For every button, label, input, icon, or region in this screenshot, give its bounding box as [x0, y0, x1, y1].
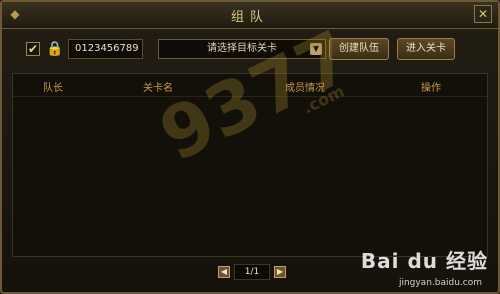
column-header-leader: 队长: [43, 83, 63, 94]
chevron-left-icon: ◀: [220, 267, 228, 276]
title-bar[interactable]: ◆ 组队 ✕: [2, 2, 498, 29]
baidu-jingyan-logo: Bai du 经验: [360, 249, 488, 273]
checkmark-icon: ✔: [27, 42, 39, 56]
next-page-button[interactable]: ▶: [274, 266, 286, 278]
baidu-jingyan-url: jingyan.baidu.com: [398, 278, 482, 288]
enter-stage-button[interactable]: 进入关卡: [397, 38, 455, 60]
column-header-action: 操作: [421, 83, 441, 94]
dialog-title: 组队: [230, 10, 269, 25]
page-indicator: 1/1: [234, 264, 270, 280]
chevron-right-icon: ▶: [276, 267, 284, 276]
room-password-field[interactable]: 0123456789: [68, 39, 143, 59]
pagination: ◀ 1/1 ▶: [216, 264, 288, 280]
password-checkbox[interactable]: ✔: [26, 42, 40, 56]
lock-icon: 🔒: [46, 41, 64, 57]
prev-page-button[interactable]: ◀: [218, 266, 230, 278]
team-dialog: ◆ 组队 ✕ ✔ 🔒 0123456789 请选择目标关卡 ▼ 创建队伍 进入关…: [0, 0, 500, 294]
close-icon: ✕: [477, 7, 489, 21]
close-button[interactable]: ✕: [474, 5, 492, 23]
